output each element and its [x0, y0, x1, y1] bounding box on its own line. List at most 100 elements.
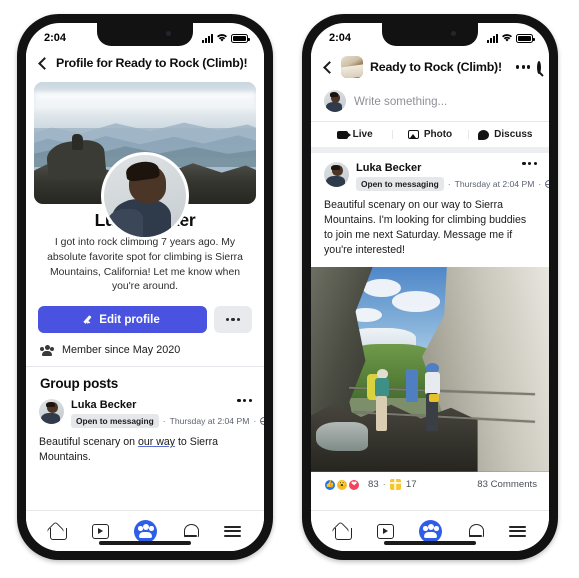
nav-groups[interactable] — [134, 519, 158, 543]
post-meta: Luka Becker Open to messaging · Thursday… — [356, 162, 549, 191]
tab-discuss[interactable]: Discuss — [467, 129, 543, 140]
avatar-container — [26, 152, 264, 240]
like-reaction-icon: 👍 — [324, 478, 336, 491]
dot-separator: · — [538, 179, 542, 189]
front-camera-icon — [451, 31, 456, 36]
tab-discuss-label: Discuss — [494, 129, 533, 140]
search-icon[interactable] — [537, 60, 542, 74]
composer-input[interactable]: Write something... — [354, 95, 447, 108]
reaction-count: 83 — [368, 479, 379, 491]
ellipsis-dot — [231, 317, 235, 322]
rock-cairn — [71, 134, 83, 151]
photo-blue-gear — [406, 369, 419, 402]
post-subline: Open to messaging · Thursday at 2:04 PM … — [71, 414, 264, 429]
status-indicators — [487, 33, 535, 43]
avatar-hair — [45, 401, 56, 407]
photo-climber-two — [423, 362, 444, 431]
home-indicator — [384, 541, 476, 545]
post-subline: Open to messaging · Thursday at 2:04 PM … — [356, 177, 549, 191]
profile-action-row: Edit profile — [26, 295, 264, 334]
post-text-link[interactable]: our way — [138, 436, 175, 448]
composer-tabs: Live Photo Discuss — [311, 121, 549, 147]
avatar[interactable] — [101, 152, 189, 240]
left-post-header: Luka Becker Open to messaging · Thursday… — [26, 396, 264, 429]
cover-clouds — [34, 91, 256, 112]
photo-icon — [407, 130, 419, 139]
status-time: 2:04 — [329, 32, 352, 44]
gift-count: 17 — [405, 479, 417, 491]
post-author-avatar[interactable] — [39, 399, 64, 425]
nav-menu[interactable] — [224, 525, 242, 537]
screenshot-stage: 2:04 Profile for Ready to Rock (Climb)! — [0, 0, 579, 578]
photo-stream — [315, 422, 369, 452]
avatar-body — [41, 413, 60, 425]
ellipsis-dot — [237, 317, 241, 322]
composer-row[interactable]: Write something... — [311, 87, 549, 121]
front-camera-icon — [166, 31, 171, 36]
nav-watch[interactable] — [91, 523, 109, 539]
left-phone-mockup: 2:04 Profile for Ready to Rock (Climb)! — [17, 14, 273, 560]
post-author-avatar[interactable] — [324, 162, 349, 187]
status-badge: Open to messaging — [71, 414, 159, 429]
comments-count[interactable]: 83 Comments — [477, 479, 537, 490]
group-avatar-image[interactable] — [341, 56, 363, 78]
dot-separator: · — [447, 179, 451, 189]
right-post-header: Luka Becker Open to messaging · Thursday… — [311, 153, 549, 191]
group-title: Ready to Rock (Climb)! — [370, 60, 502, 74]
avatar-hair — [330, 164, 341, 170]
avatar-body — [326, 176, 345, 187]
post-author-name[interactable]: Luka Becker — [356, 162, 515, 174]
status-time: 2:04 — [44, 32, 67, 44]
discuss-icon — [478, 129, 490, 140]
signal-bars-icon — [487, 34, 498, 43]
group-more-button[interactable] — [515, 65, 531, 69]
profile-bio: I got into rock climbing 7 years ago. My… — [47, 237, 243, 293]
phone-notch — [97, 23, 193, 46]
post-photo[interactable] — [311, 266, 549, 472]
left-phone-screen: 2:04 Profile for Ready to Rock (Climb)! — [26, 23, 264, 551]
battery-icon — [516, 34, 535, 43]
left-nav-header: Profile for Ready to Rock (Climb)! — [26, 50, 264, 79]
nav-menu[interactable] — [509, 525, 527, 537]
tab-live[interactable]: Live — [317, 129, 392, 140]
post-more-button[interactable] — [522, 162, 537, 166]
nav-watch[interactable] — [376, 523, 394, 539]
globe-icon — [260, 417, 264, 426]
wifi-icon — [217, 34, 227, 42]
post-meta: Luka Becker Open to messaging · Thursday… — [71, 399, 264, 429]
profile-more-button[interactable] — [214, 306, 252, 334]
nav-notifications[interactable] — [183, 523, 200, 539]
dot-separator: · — [162, 416, 166, 427]
avatar-body — [325, 102, 343, 112]
nav-home[interactable] — [334, 523, 352, 540]
live-video-icon — [336, 130, 352, 139]
nav-notifications[interactable] — [468, 523, 485, 539]
pencil-icon — [85, 315, 94, 324]
composer-avatar[interactable] — [324, 90, 346, 112]
chevron-left-icon[interactable] — [38, 56, 51, 70]
edit-profile-label: Edit profile — [99, 313, 160, 327]
tab-photo[interactable]: Photo — [392, 129, 467, 140]
nav-groups[interactable] — [419, 519, 443, 543]
edit-profile-button[interactable]: Edit profile — [38, 306, 207, 334]
avatar-shoulder — [105, 209, 144, 237]
wifi-icon — [502, 34, 512, 42]
right-phone-mockup: 2:04 Ready to Rock (Climb)! Write someth… — [302, 14, 558, 560]
status-indicators — [202, 33, 250, 43]
post-author-name[interactable]: Luka Becker — [71, 399, 230, 411]
left-post-text: Beautiful scenary on our way to Sierra M… — [26, 428, 264, 465]
photo-cloud — [391, 291, 440, 312]
left-content-scroll[interactable]: Luka Becker I got into rock climbing 7 y… — [26, 79, 264, 510]
post-text-start: Beautiful scenary on — [39, 436, 138, 449]
phone-notch — [382, 23, 478, 46]
nav-home[interactable] — [49, 523, 67, 540]
photo-climber-harness — [429, 394, 439, 403]
dot-separator: · — [382, 479, 386, 491]
post-more-button[interactable] — [237, 399, 252, 403]
wow-reaction-icon: 😮 — [336, 478, 348, 491]
post-timestamp: Thursday at 2:04 PM — [454, 179, 535, 189]
chevron-left-icon[interactable] — [323, 60, 336, 74]
photo-climber-legs — [376, 396, 388, 431]
reactions-group[interactable]: 👍 😮 ❤ 83 · 17 — [324, 478, 417, 491]
right-content-scroll[interactable]: Write something... Live Photo Discuss Lu… — [311, 87, 549, 510]
